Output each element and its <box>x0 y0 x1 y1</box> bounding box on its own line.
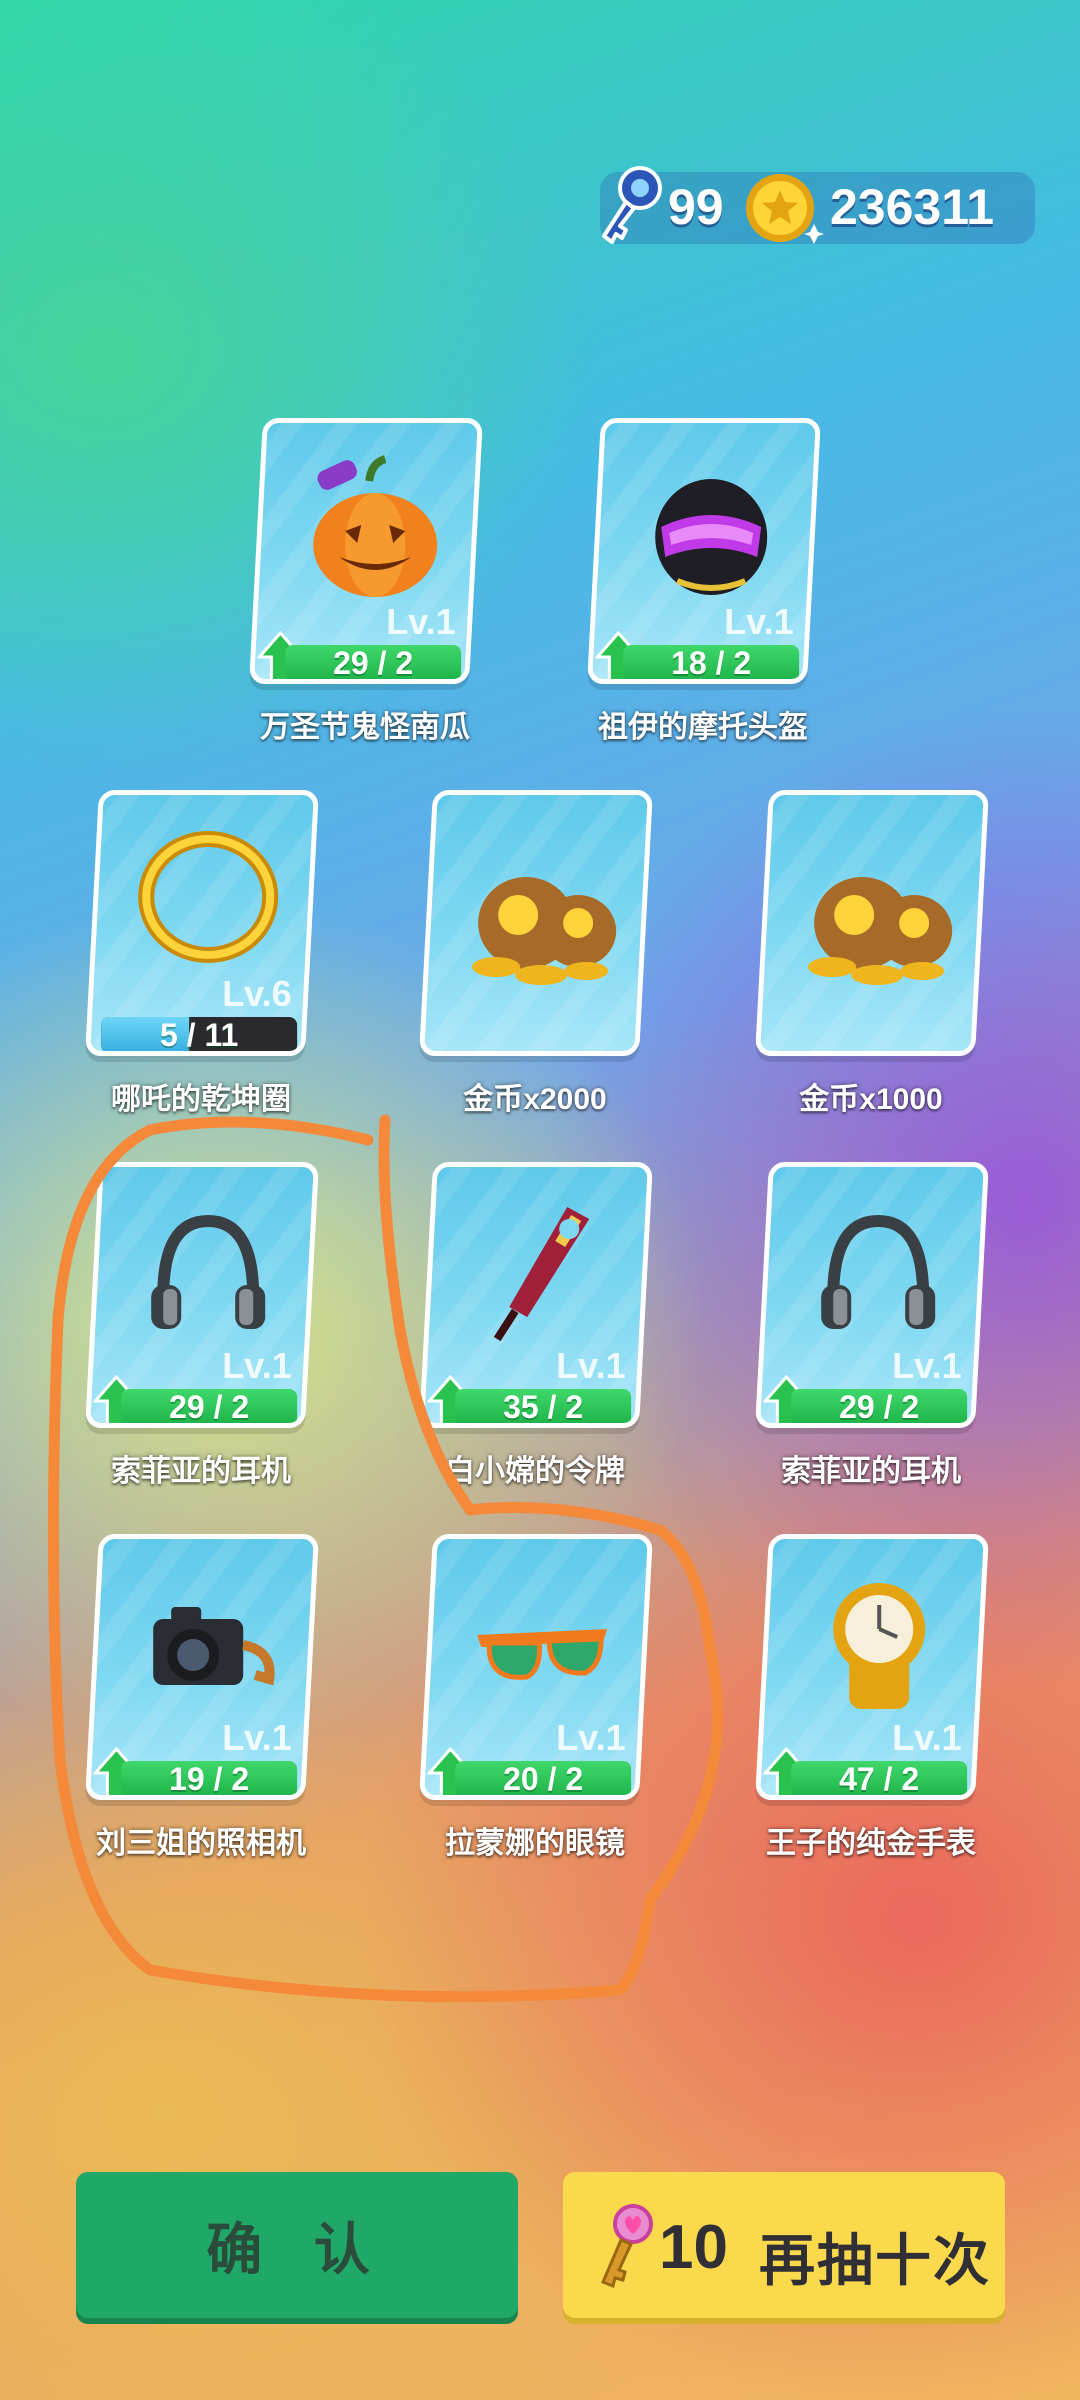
coin-count: 236311 <box>830 179 995 235</box>
item-card-helmet[interactable]: Lv.1 18 / 2 祖伊的摩托头盔 <box>587 418 821 746</box>
item-name: 拉蒙娜的眼镜 <box>445 1827 625 1860</box>
item-name: 金币x2000 <box>463 1083 607 1116</box>
token-icon <box>457 1197 627 1347</box>
item-name: 哪吒的乾坤圈 <box>111 1083 291 1116</box>
item-card-frame <box>419 790 653 1056</box>
headphones-icon <box>123 1197 293 1347</box>
item-card-headphones[interactable]: Lv.1 29 / 2 索菲亚的耳机 <box>755 1162 989 1490</box>
item-card-frame: Lv.1 47 / 2 <box>755 1534 989 1800</box>
item-level: Lv.1 <box>891 1345 962 1386</box>
item-card-frame <box>755 790 989 1056</box>
item-progress: 29 / 2 <box>791 1389 968 1425</box>
headphones-icon <box>793 1197 963 1347</box>
item-level: Lv.1 <box>385 601 456 642</box>
item-progress: 20 / 2 <box>455 1761 632 1797</box>
key-icon <box>601 2204 653 2289</box>
item-card-headphones[interactable]: Lv.1 29 / 2 索菲亚的耳机 <box>85 1162 319 1490</box>
item-card-frame: Lv.1 19 / 2 <box>85 1534 319 1800</box>
pumpkin-icon <box>287 453 457 603</box>
item-progress: 19 / 2 <box>121 1761 298 1797</box>
coin-icon <box>746 174 824 244</box>
item-progress: 5 / 11 <box>101 1017 298 1053</box>
item-card-coins-1000[interactable]: 金币x1000 <box>755 790 989 1118</box>
draw-label: 再抽十次 <box>759 2229 991 2292</box>
item-name: 索菲亚的耳机 <box>111 1455 291 1488</box>
item-progress: 29 / 2 <box>121 1389 298 1425</box>
item-name: 王子的纯金手表 <box>766 1827 976 1860</box>
item-level: Lv.1 <box>723 601 794 642</box>
item-card-pumpkin[interactable]: Lv.1 29 / 2 万圣节鬼怪南瓜 <box>249 418 483 746</box>
item-name: 万圣节鬼怪南瓜 <box>260 711 470 744</box>
item-name: 索菲亚的耳机 <box>781 1455 961 1488</box>
item-progress: 29 / 2 <box>285 645 462 681</box>
progress-text: 5 / 11 <box>159 1017 239 1053</box>
item-card-frame: Lv.1 29 / 2 <box>85 1162 319 1428</box>
item-card-ring[interactable]: Lv.6 5 / 11 哪吒的乾坤圈 <box>85 790 319 1118</box>
item-card-coins-2000[interactable]: 金币x2000 <box>419 790 653 1118</box>
item-progress: 47 / 2 <box>791 1761 968 1797</box>
item-level: Lv.1 <box>891 1717 962 1758</box>
confirm-button[interactable]: 确 认 <box>76 2172 518 2318</box>
camera-icon <box>123 1569 293 1719</box>
item-card-frame: Lv.1 29 / 2 <box>755 1162 989 1428</box>
key-icon <box>602 166 662 244</box>
item-name: 金币x1000 <box>799 1083 943 1116</box>
item-name: 祖伊的摩托头盔 <box>598 711 808 744</box>
item-card-frame: Lv.1 20 / 2 <box>419 1534 653 1800</box>
item-progress: 35 / 2 <box>455 1389 632 1425</box>
ring-icon <box>123 825 293 975</box>
item-level: Lv.1 <box>221 1345 292 1386</box>
gold-watch-icon <box>793 1569 963 1719</box>
draw-count: 10 <box>659 2213 728 2282</box>
item-name: 刘三姐的照相机 <box>96 1827 306 1860</box>
item-card-sunglasses[interactable]: Lv.1 20 / 2 拉蒙娜的眼镜 <box>419 1534 653 1862</box>
item-card-token[interactable]: Lv.1 35 / 2 白小嫦的令牌 <box>419 1162 653 1490</box>
sunglasses-icon <box>457 1569 627 1719</box>
item-level: Lv.1 <box>555 1345 626 1386</box>
item-card-frame: Lv.1 35 / 2 <box>419 1162 653 1428</box>
coin-bag-icon <box>456 845 626 995</box>
draw-ten-button[interactable]: 10 再抽十次 <box>563 2172 1005 2318</box>
item-level: Lv.1 <box>555 1717 626 1758</box>
coin-bag-icon <box>792 845 962 995</box>
item-level: Lv.1 <box>221 1717 292 1758</box>
currency-bar: 99 236311 <box>600 166 1035 244</box>
key-count: 99 <box>668 179 724 235</box>
item-card-camera[interactable]: Lv.1 19 / 2 刘三姐的照相机 <box>85 1534 319 1862</box>
item-card-frame: Lv.1 29 / 2 <box>249 418 483 684</box>
item-card-frame: Lv.6 5 / 11 <box>85 790 319 1056</box>
item-progress: 18 / 2 <box>623 645 800 681</box>
item-card-frame: Lv.1 18 / 2 <box>587 418 821 684</box>
item-name: 白小嫦的令牌 <box>445 1455 625 1488</box>
item-level: Lv.6 <box>221 973 292 1014</box>
item-card-gold-watch[interactable]: Lv.1 47 / 2 王子的纯金手表 <box>755 1534 989 1862</box>
helmet-icon <box>625 453 795 603</box>
